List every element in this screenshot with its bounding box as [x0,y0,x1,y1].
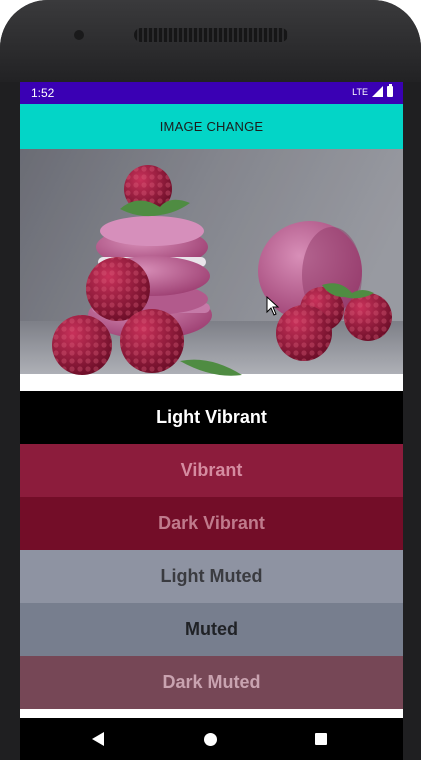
navigation-bar [20,718,403,760]
back-triangle-icon[interactable] [92,732,104,746]
swatch-muted: Muted [20,603,403,656]
network-type: LTE [352,86,368,97]
swatch-dark-vibrant: Dark Vibrant [20,497,403,550]
phone-top-bezel [0,0,421,82]
recents-square-icon[interactable] [315,733,327,745]
front-camera-icon [74,30,84,40]
swatch-label: Dark Vibrant [158,513,265,533]
swatch-vibrant: Vibrant [20,444,403,497]
swatch-dark-muted: Dark Muted [20,656,403,709]
swatch-light-muted: Light Muted [20,550,403,603]
status-time: 1:52 [31,86,55,100]
mouse-pointer-icon [266,296,280,316]
earpiece-speaker-icon [134,28,288,42]
swatch-label: Muted [185,619,238,639]
swatch-label: Vibrant [180,460,243,480]
macarons-raspberries-photo [20,149,403,382]
battery-icon [387,84,393,97]
swatch-label: Dark Muted [162,672,261,692]
status-bar: 1:52 LTE [20,82,403,104]
status-icons: LTE [352,84,393,97]
phone-left-edge [0,82,20,760]
home-circle-icon[interactable] [204,733,217,746]
image-change-button[interactable]: IMAGE CHANGE [20,104,403,149]
signal-icon [372,86,383,97]
swatch-label: Light Muted [160,566,263,586]
phone-right-edge [403,82,421,760]
app-screen: 1:52 LTE IMAGE CHANGE Light Vibrant Vibr… [20,82,403,760]
swatch-label: Light Vibrant [156,407,267,427]
phone-frame: 1:52 LTE IMAGE CHANGE Light Vibrant Vibr… [0,0,421,760]
swatch-light-vibrant: Light Vibrant [20,391,403,444]
